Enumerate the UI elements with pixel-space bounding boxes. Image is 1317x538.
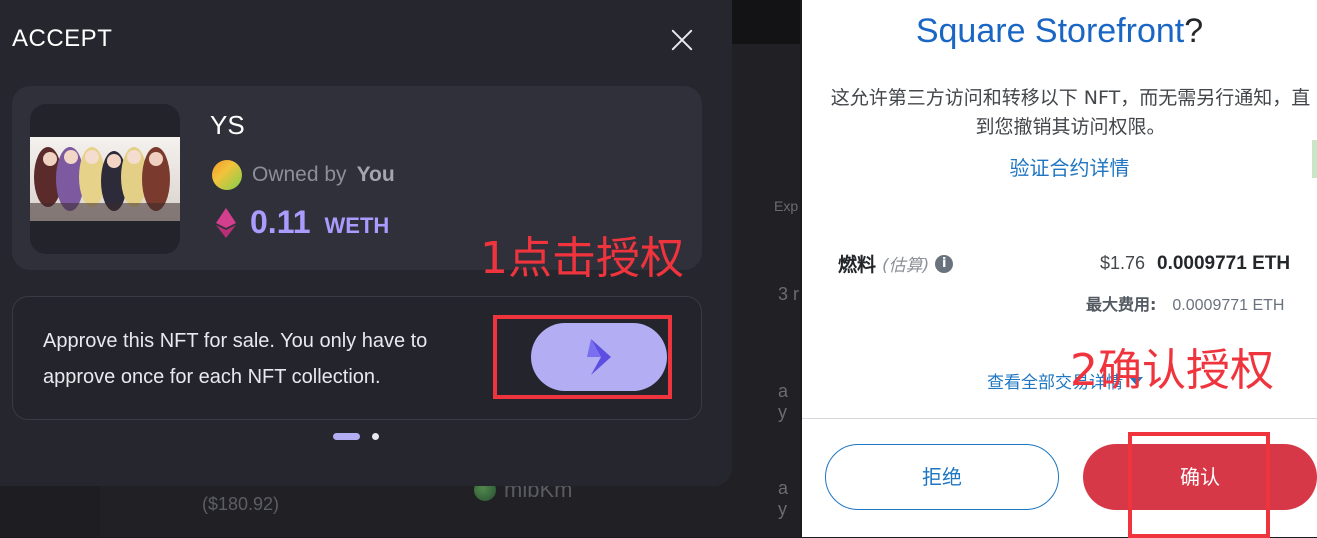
max-fee-value: 0.0009771 ETH [1172, 297, 1285, 314]
permission-description: 这允许第三方访问和转移以下 NFT，而无需另行通知，直到您撤销其访问权限。 [830, 87, 1311, 138]
gas-estimate-label: (估算) [882, 256, 930, 276]
background-row-text: a y [778, 381, 789, 422]
pager-active-dot[interactable] [333, 433, 360, 440]
wallet-title: Square Storefront? [802, 12, 1317, 51]
info-icon[interactable]: i [935, 254, 954, 273]
gas-label: 燃料 [838, 254, 877, 276]
reject-button[interactable]: 拒绝 [825, 444, 1059, 510]
max-fee-row: 最大费用: 0.0009771 ETH [1086, 291, 1284, 315]
modal-title: ACCEPT [12, 25, 113, 52]
owner-name[interactable]: You [357, 163, 395, 187]
owned-by-label: Owned by [252, 163, 347, 186]
nft-thumbnail [30, 104, 180, 254]
divider [802, 418, 1317, 419]
price-row: 0.11 WETH [216, 204, 389, 241]
max-fee-label: 最大费用: [1086, 295, 1157, 314]
background-row-text: a y [778, 478, 789, 519]
background-row-text: 3 r [778, 284, 800, 304]
background-column-header: Exp [774, 198, 799, 214]
gas-fee-usd: $1.76 [1100, 253, 1146, 273]
pager-dot[interactable] [372, 433, 379, 440]
approve-instructions: Approve this NFT for sale. You only have… [43, 330, 428, 388]
step-pager [333, 433, 379, 440]
ethereum-icon [216, 207, 236, 238]
verify-contract-link[interactable]: 验证合约详情 [802, 152, 1317, 181]
nft-name: YS [210, 110, 245, 140]
close-icon[interactable] [666, 24, 698, 56]
gas-fee-label: 燃料 (估算) i [838, 250, 954, 277]
background-price: ($180.92) [202, 494, 280, 514]
owner-avatar-icon [212, 160, 242, 190]
nft-price: 0.11 [250, 204, 311, 240]
annotation-box-confirm [1128, 432, 1270, 538]
price-unit: WETH [324, 213, 390, 238]
site-name: Square Storefront [915, 12, 1185, 50]
gas-fee-eth: 0.0009771 ETH [1157, 253, 1291, 274]
nft-artwork-image [30, 137, 180, 221]
title-suffix: ? [1184, 12, 1204, 50]
owner-row: Owned by You [212, 160, 395, 190]
annotation-step-1: 1点击授权 [480, 233, 684, 284]
annotation-step-2: 2确认授权 [1070, 345, 1274, 396]
annotation-box-approve [493, 315, 672, 399]
